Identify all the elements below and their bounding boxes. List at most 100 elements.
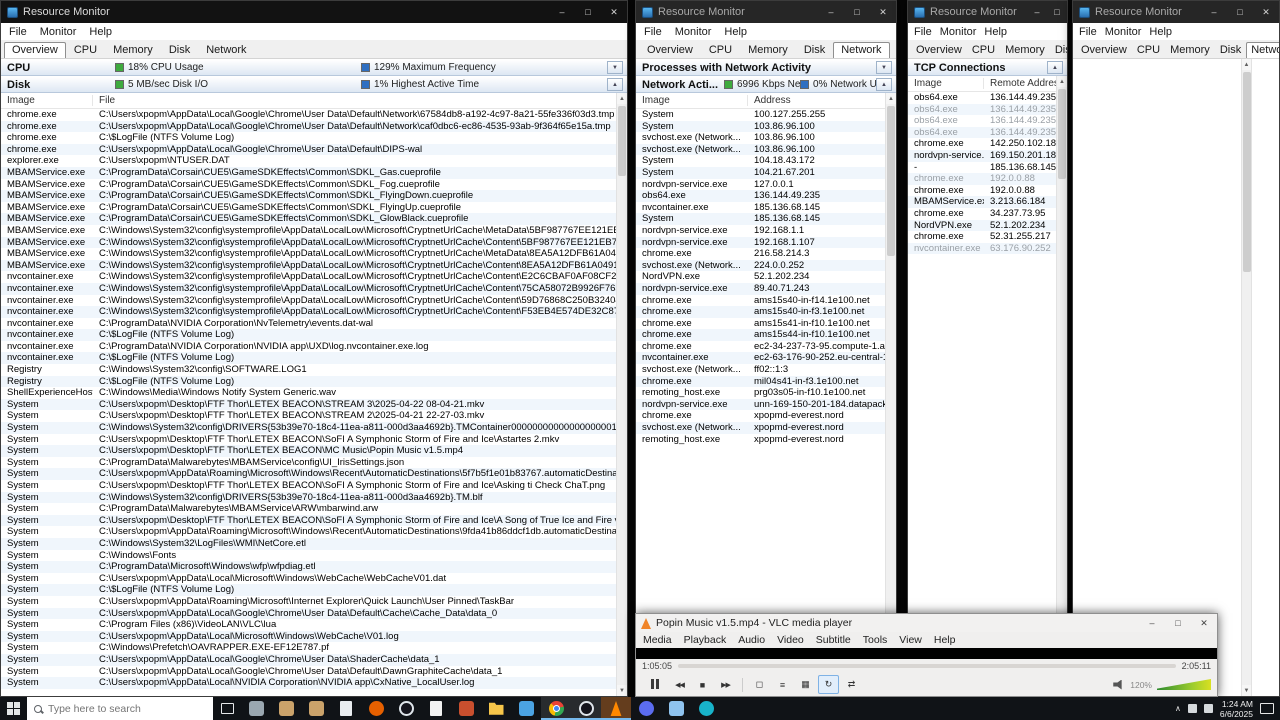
taskbar-app-edge[interactable] xyxy=(691,697,721,720)
task-view-button[interactable] xyxy=(213,697,241,720)
tab-network[interactable]: Network xyxy=(833,42,890,58)
menu-file[interactable]: File xyxy=(9,26,27,38)
table-row[interactable]: System C:\Users\xpopm\AppData\Local\Micro… xyxy=(1,630,616,643)
table-row[interactable]: System 103.86.96.100 xyxy=(636,120,885,133)
table-row[interactable]: chrome.exe 192.0.0.88 xyxy=(908,173,1056,185)
collapse-chevron-icon[interactable]: ▼ xyxy=(876,61,892,74)
table-row[interactable]: chrome.exe C:\Users\xpopm\AppData\Local\G… xyxy=(1,143,616,156)
volume-slider[interactable] xyxy=(1157,679,1211,690)
menu-help[interactable]: Help xyxy=(984,26,1007,38)
table-row[interactable]: chrome.exe ams15s40-in-f14.1e100.net xyxy=(636,295,885,307)
start-button[interactable] xyxy=(0,697,27,720)
table-row[interactable]: System C:\Users\xpopm\AppData\Local\Googl… xyxy=(1,607,616,620)
close-button[interactable]: ✕ xyxy=(870,1,896,23)
tab-overview[interactable]: Overview xyxy=(1076,42,1132,58)
fullscreen-button[interactable]: ◻ xyxy=(749,675,770,694)
table-row[interactable]: svchost.exe (Network... 224.0.0.252 xyxy=(636,259,885,272)
vertical-scrollbar[interactable]: ▲ ▼ xyxy=(616,93,627,696)
table-row[interactable]: NordVPN.exe 52.1.202.234 xyxy=(908,219,1056,232)
expand-chevron-icon[interactable]: ▲ xyxy=(876,78,892,91)
next-button[interactable]: ▶▶ xyxy=(715,675,736,694)
expand-chevron-icon[interactable]: ▲ xyxy=(607,78,623,91)
menu-help[interactable]: Help xyxy=(1149,26,1172,38)
tab-disk[interactable]: Disk xyxy=(796,42,833,58)
table-row[interactable]: System C:\Users\xpopm\Desktop\FTF Thor\LE… xyxy=(1,398,616,411)
column-header-image[interactable]: Image xyxy=(636,95,748,106)
table-row[interactable]: chrome.exe ams15s40-in-f3.1e100.net xyxy=(636,306,885,318)
scroll-up-icon[interactable]: ▲ xyxy=(1242,59,1251,70)
title-bar[interactable]: Resource Monitor – □ xyxy=(908,1,1067,23)
taskbar-app-chrome[interactable] xyxy=(541,697,571,720)
menu-media[interactable]: Media xyxy=(643,634,672,646)
table-row[interactable]: nordvpn-service.exe 89.40.71.243 xyxy=(636,282,885,295)
minimize-button[interactable]: – xyxy=(1201,1,1227,23)
close-button[interactable]: ✕ xyxy=(1253,1,1279,23)
table-row[interactable]: System C:\Windows\System32\config\DRIVERS… xyxy=(1,491,616,504)
table-row[interactable]: chrome.exe 192.0.0.88 xyxy=(908,185,1056,197)
table-row[interactable]: nordvpn-service.exe 169.150.201.184 xyxy=(908,149,1056,162)
taskbar-app-text-file[interactable] xyxy=(421,697,451,720)
cpu-section-header[interactable]: CPU 18% CPU Usage 129% Maximum Frequency… xyxy=(1,59,627,76)
tab-network[interactable]: Network xyxy=(1246,42,1279,58)
table-row[interactable]: nvcontainer.exe C:\$LogFile (NTFS Volume … xyxy=(1,352,616,365)
table-row[interactable]: chrome.exe C:\Users\xpopm\AppData\Local\G… xyxy=(1,109,616,121)
taskbar-app-app-grid[interactable] xyxy=(241,697,271,720)
table-row[interactable]: nvcontainer.exe C:\Windows\System32\confi… xyxy=(1,295,616,307)
stop-button[interactable]: ■ xyxy=(692,675,713,694)
clock[interactable]: 1:24 AM 6/6/2025 xyxy=(1220,699,1253,719)
table-row[interactable]: chrome.exe 142.250.102.188 xyxy=(908,138,1056,150)
menu-monitor[interactable]: Monitor xyxy=(675,26,712,38)
table-row[interactable]: Registry C:\$LogFile (NTFS Volume Log) xyxy=(1,375,616,388)
table-row[interactable]: System C:\ProgramData\Malwarebytes\MBAMSe… xyxy=(1,457,616,469)
table-row[interactable]: System C:\Windows\Prefetch\OAVRAPPER.EXE-… xyxy=(1,642,616,654)
column-header-address[interactable]: Address xyxy=(748,95,896,106)
table-row[interactable]: MBAMService.exe C:\ProgramData\Corsair\CU… xyxy=(1,190,616,202)
pause-button[interactable] xyxy=(642,675,667,694)
table-row[interactable]: obs64.exe 136.144.49.235 xyxy=(908,92,1056,104)
taskbar-app-photos[interactable] xyxy=(511,697,541,720)
table-row[interactable]: MBAMService.exe C:\Windows\System32\confi… xyxy=(1,248,616,260)
table-row[interactable]: nvcontainer.exe C:\ProgramData\NVIDIA Cor… xyxy=(1,341,616,353)
table-row[interactable]: MBAMService.exe C:\ProgramData\Corsair\CU… xyxy=(1,202,616,214)
column-header-file[interactable]: File xyxy=(93,95,627,106)
table-row[interactable]: NordVPN.exe 52.1.202.234 xyxy=(636,271,885,283)
scroll-up-icon[interactable]: ▲ xyxy=(886,93,896,104)
table-row[interactable]: nordvpn-service.exe 192.168.1.1 xyxy=(636,225,885,237)
scroll-down-icon[interactable]: ▼ xyxy=(1242,685,1251,696)
extended-settings-button[interactable]: ≡ xyxy=(772,675,793,694)
menu-help[interactable]: Help xyxy=(934,634,956,646)
processes-network-section-header[interactable]: Processes with Network Activity ▼ xyxy=(636,59,896,76)
menu-subtitle[interactable]: Subtitle xyxy=(816,634,851,646)
taskbar-app-vlc[interactable] xyxy=(601,697,631,720)
table-row[interactable]: System 104.21.67.201 xyxy=(636,166,885,179)
network-activity-section-header[interactable]: Network Acti... 6996 Kbps Netw... 0% Net… xyxy=(636,76,896,93)
loop-button[interactable]: ↻ xyxy=(818,675,839,694)
scroll-up-icon[interactable]: ▲ xyxy=(1057,76,1067,87)
table-row[interactable]: nvcontainer.exe ec2-63-176-90-252.eu-cent… xyxy=(636,352,885,365)
table-row[interactable]: chrome.exe C:\Users\xpopm\AppData\Local\G… xyxy=(1,120,616,133)
table-row[interactable]: svchost.exe (Network... ff02::1:3 xyxy=(636,364,885,376)
title-bar[interactable]: Resource Monitor – □ ✕ xyxy=(636,1,896,23)
table-row[interactable]: System C:\Users\xpopm\AppData\Local\Micro… xyxy=(1,573,616,585)
table-row[interactable]: System C:\$LogFile (NTFS Volume Log) xyxy=(1,584,616,596)
vertical-scrollbar[interactable]: ▲ ▼ xyxy=(1056,76,1067,696)
tab-memory[interactable]: Memory xyxy=(105,42,161,58)
taskbar-app-notepad[interactable] xyxy=(331,697,361,720)
tray-icon-2[interactable] xyxy=(1203,704,1213,713)
scrollbar-thumb[interactable] xyxy=(1058,89,1066,179)
table-row[interactable]: nordvpn-service.exe 127.0.0.1 xyxy=(636,179,885,191)
table-row[interactable]: chrome.exe ec2-34-237-73-95.compute-1.ama… xyxy=(636,341,885,353)
menu-monitor[interactable]: Monitor xyxy=(940,26,977,38)
table-row[interactable]: System C:\ProgramData\Malwarebytes\MBAMSe… xyxy=(1,503,616,515)
menu-audio[interactable]: Audio xyxy=(738,634,765,646)
taskbar-app-obs-studio-running[interactable] xyxy=(571,697,601,720)
minimize-button[interactable]: – xyxy=(1139,614,1165,632)
table-row[interactable]: System C:\Windows\Fonts xyxy=(1,550,616,562)
taskbar-app-database-2[interactable] xyxy=(301,697,331,720)
tab-memory[interactable]: Memory xyxy=(1000,42,1050,58)
scrollbar-thumb[interactable] xyxy=(887,106,895,256)
disk-section-header[interactable]: Disk 5 MB/sec Disk I/O 1% Highest Active… xyxy=(1,76,627,93)
menu-help[interactable]: Help xyxy=(89,26,112,38)
table-row[interactable]: nvcontainer.exe 185.136.68.145 xyxy=(636,202,885,214)
tab-cpu[interactable]: CPU xyxy=(1132,42,1165,58)
